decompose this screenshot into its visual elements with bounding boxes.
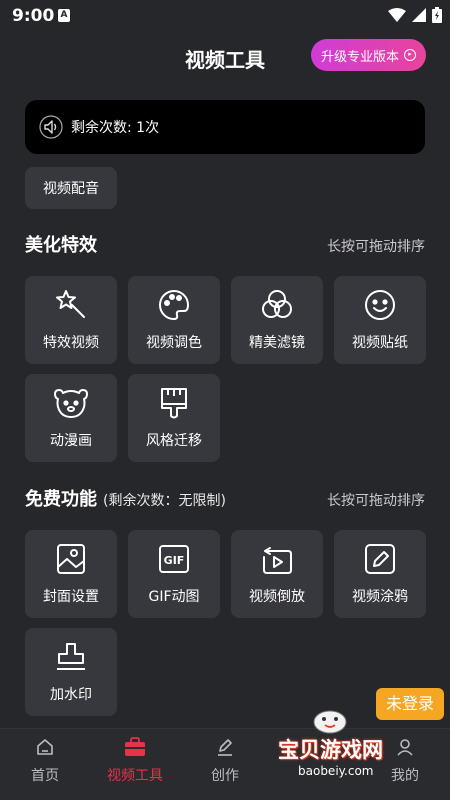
tile-style-transfer[interactable]: 风格迁移 <box>128 374 220 462</box>
palette-icon <box>159 289 190 321</box>
pen-icon <box>218 739 232 756</box>
cover-image-icon <box>57 544 85 574</box>
status-bar: 9:00 A <box>0 0 450 32</box>
tile-video-doodle[interactable]: 视频涂鸦 <box>334 530 426 618</box>
video-dubbing-button[interactable]: 视频配音 <box>25 167 117 209</box>
brush-icon <box>161 388 187 419</box>
reverse-play-icon <box>263 547 292 574</box>
watermark-url: baobeiy.com <box>298 764 374 778</box>
free-title: 免费功能 <box>25 489 97 510</box>
upgrade-button[interactable]: 升级专业版本 ▸ <box>310 39 426 71</box>
tile-label: 视频调色 <box>146 335 202 351</box>
free-subtitle: (剩余次数：无限制) <box>103 493 226 509</box>
status-icons <box>388 7 442 23</box>
toolbox-icon <box>125 737 145 756</box>
tile-label: 视频倒放 <box>249 589 305 605</box>
tile-label: GIF动图 <box>148 589 200 605</box>
battery-icon <box>432 7 442 23</box>
free-sort-hint: 长按可拖动排序 <box>327 493 425 509</box>
remaining-text: 剩余次数: 1次 <box>71 120 160 136</box>
tile-video-reverse[interactable]: 视频倒放 <box>231 530 323 618</box>
tile-label: 加水印 <box>50 687 92 703</box>
status-time: 9:00 <box>12 6 55 26</box>
remaining-banner: 剩余次数: 1次 <box>25 100 425 154</box>
gamepad-mascot-icon <box>313 710 347 734</box>
beauty-section-title: 美化特效 <box>25 231 97 257</box>
tile-effect-video[interactable]: 特效视频 <box>25 276 117 364</box>
tile-label: 视频贴纸 <box>352 335 408 351</box>
tile-gif[interactable]: GIF GIF动图 <box>128 530 220 618</box>
nav-home[interactable]: 首页 <box>10 737 80 785</box>
nav-label: 创作 <box>211 768 239 784</box>
tile-label: 特效视频 <box>43 335 99 351</box>
stamp-icon <box>57 643 85 670</box>
tile-anime[interactable]: 动漫画 <box>25 374 117 462</box>
nav-create[interactable]: 创作 <box>190 737 260 785</box>
notification-a-icon: A <box>58 9 70 22</box>
tile-video-color[interactable]: 视频调色 <box>128 276 220 364</box>
watermark-text: 宝贝游戏网 <box>278 738 383 762</box>
pencil-icon <box>365 544 395 574</box>
smiley-icon <box>365 290 395 320</box>
nav-label: 视频工具 <box>107 768 163 784</box>
watermark: 宝贝游戏网 baobeiy.com <box>278 710 428 784</box>
tile-label: 风格迁移 <box>146 433 202 449</box>
upgrade-label: 升级专业版本 <box>320 49 399 65</box>
tile-watermark[interactable]: 加水印 <box>25 628 117 716</box>
tile-label: 视频涂鸦 <box>352 589 408 605</box>
tile-label: 精美滤镜 <box>249 335 305 351</box>
home-icon <box>37 739 53 755</box>
title-bar: 视频工具 升级专业版本 ▸ <box>0 36 450 80</box>
gif-icon: GIF <box>159 545 189 573</box>
speaker-icon <box>39 115 63 139</box>
nav-video-tools[interactable]: 视频工具 <box>100 737 170 785</box>
wifi-icon <box>388 8 406 22</box>
filter-icon <box>262 290 292 318</box>
tile-label: 封面设置 <box>43 589 99 605</box>
tile-sticker[interactable]: 视频贴纸 <box>334 276 426 364</box>
nav-label: 首页 <box>31 768 59 784</box>
bear-icon <box>54 389 88 418</box>
gif-icon-text: GIF <box>164 554 185 567</box>
free-section-title: 免费功能 (剩余次数：无限制) <box>25 485 226 511</box>
beauty-title: 美化特效 <box>25 235 97 256</box>
tile-label: 动漫画 <box>50 433 92 449</box>
tile-filter[interactable]: 精美滤镜 <box>231 276 323 364</box>
beauty-sort-hint: 长按可拖动排序 <box>327 239 425 255</box>
magic-wand-icon <box>56 290 85 318</box>
arrow-right-icon: ▸ <box>404 49 416 61</box>
login-badge[interactable]: 未登录 <box>376 688 444 720</box>
signal-icon <box>412 8 426 22</box>
tile-cover-setting[interactable]: 封面设置 <box>25 530 117 618</box>
